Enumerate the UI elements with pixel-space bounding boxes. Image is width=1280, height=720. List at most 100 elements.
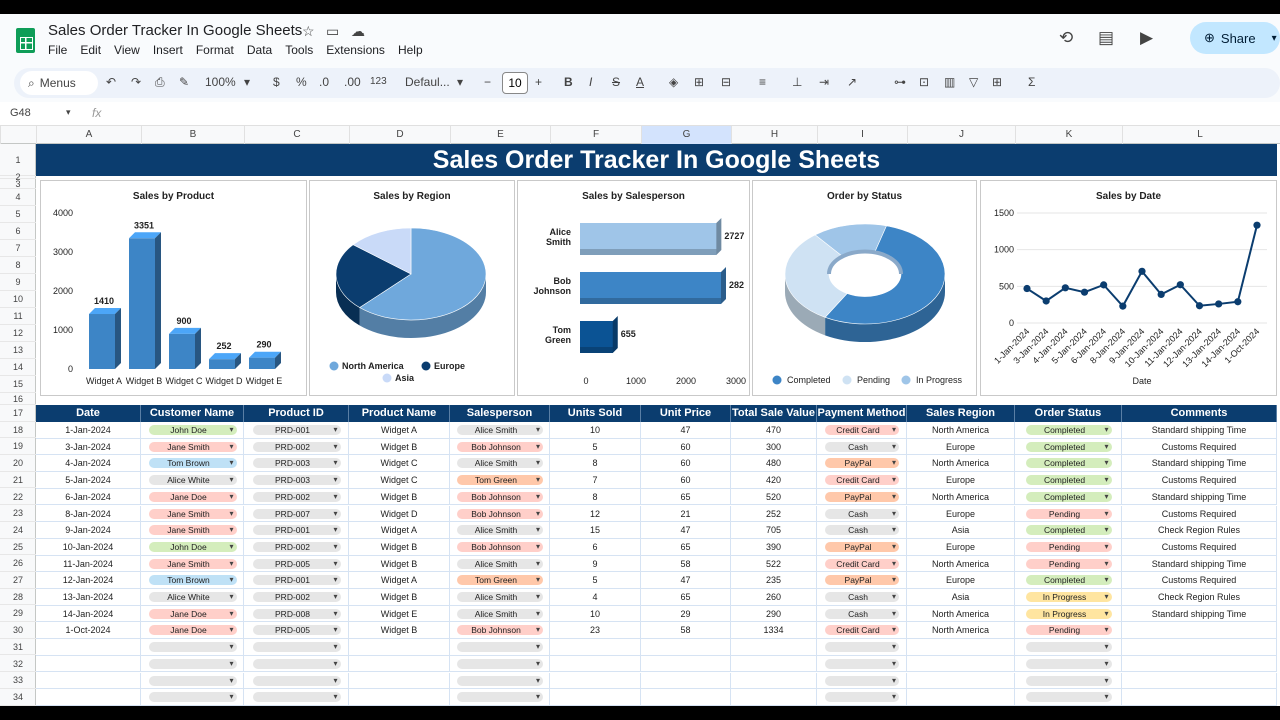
table-cell[interactable]: 252 (731, 505, 817, 523)
table-cell[interactable] (1015, 672, 1122, 690)
table-cell[interactable] (349, 689, 450, 706)
table-cell[interactable]: 9-Jan-2024 (36, 522, 141, 539)
table-cell[interactable]: Bob Johnson (450, 505, 550, 523)
table-cell[interactable]: 420 (731, 472, 817, 489)
table-cell[interactable]: Customs Required (1122, 505, 1277, 523)
table-cell[interactable]: Credit Card (817, 555, 907, 573)
table-cell[interactable]: 60 (641, 472, 731, 489)
table-cell[interactable] (36, 639, 141, 656)
table-cell[interactable] (641, 639, 731, 656)
italic-icon[interactable]: I (589, 75, 592, 89)
table-cell[interactable]: 15 (550, 522, 641, 539)
table-cell[interactable]: 1-Oct-2024 (36, 622, 141, 640)
table-cell[interactable]: Completed (1015, 522, 1122, 539)
table-cell[interactable] (349, 672, 450, 690)
dropdown-chip[interactable]: Jane Smith (148, 508, 237, 519)
table-cell[interactable] (244, 672, 349, 690)
dropdown-chip[interactable]: Cash (825, 508, 899, 519)
dropdown-chip[interactable]: PRD-001 (252, 425, 341, 435)
table-cell[interactable]: PRD-002 (244, 488, 349, 506)
column-header-e[interactable]: E (450, 126, 550, 144)
table-cell[interactable] (731, 655, 817, 673)
row-header[interactable]: 10 (0, 291, 36, 308)
table-cell[interactable]: Standard shipping Time (1122, 488, 1277, 506)
table-cell[interactable] (550, 689, 641, 706)
row-header[interactable]: 20 (0, 455, 36, 472)
table-cell[interactable] (349, 639, 450, 656)
table-cell[interactable]: In Progress (1015, 605, 1122, 623)
column-header-c[interactable]: C (244, 126, 349, 144)
table-cell[interactable]: Bob Johnson (450, 488, 550, 506)
print-icon[interactable]: ⎙ (155, 75, 165, 90)
document-title[interactable]: Sales Order Tracker In Google Sheets (48, 22, 302, 39)
table-cell[interactable]: Jane Doe (141, 488, 244, 506)
font-size-input[interactable]: 10 (502, 72, 528, 94)
table-cell[interactable]: Widget A (349, 522, 450, 539)
row-header[interactable]: 32 (0, 656, 36, 673)
dropdown-chip[interactable]: Bob Johnson (457, 541, 543, 552)
align-icon[interactable]: ≡ (759, 75, 766, 89)
table-cell[interactable]: Jane Smith (141, 438, 244, 456)
row-header[interactable]: 24 (0, 522, 36, 539)
table-cell[interactable]: John Doe (141, 538, 244, 556)
table-cell[interactable] (1015, 689, 1122, 706)
table-cell[interactable]: 480 (731, 455, 817, 473)
table-cell[interactable]: Cash (817, 522, 907, 539)
row-header[interactable]: 15 (0, 376, 36, 393)
menu-item-tools[interactable]: Tools (285, 43, 313, 57)
table-cell[interactable]: Completed (1015, 455, 1122, 473)
strikethrough-icon[interactable]: S (612, 75, 620, 89)
table-cell[interactable] (817, 639, 907, 656)
column-header-b[interactable]: B (141, 126, 244, 144)
dropdown-chip[interactable]: PRD-007 (252, 508, 341, 519)
dropdown-chip[interactable] (1025, 642, 1112, 653)
dropdown-chip[interactable] (148, 692, 237, 703)
filter-icon[interactable]: ▽ (969, 75, 978, 89)
dropdown-chip[interactable]: PRD-005 (252, 558, 341, 569)
table-cell[interactable]: 520 (731, 488, 817, 506)
dropdown-chip[interactable]: PRD-002 (252, 592, 341, 602)
table-cell[interactable]: Tom Brown (141, 455, 244, 473)
dropdown-chip[interactable] (148, 642, 237, 653)
table-cell[interactable] (450, 655, 550, 673)
table-cell[interactable]: 5-Jan-2024 (36, 472, 141, 489)
dropdown-chip[interactable]: Bob Johnson (457, 491, 543, 502)
table-cell[interactable] (141, 639, 244, 656)
dropdown-chip[interactable] (1025, 658, 1112, 669)
redo-icon[interactable]: ↷ (131, 75, 141, 89)
dropdown-chip[interactable]: Alice White (148, 592, 237, 602)
table-cell[interactable]: 3-Jan-2024 (36, 438, 141, 456)
dropdown-chip[interactable] (252, 692, 341, 703)
dropdown-chip[interactable] (1025, 692, 1112, 703)
chart-sales-by-product[interactable]: Sales by Product 0 1000 2000 3000 4000 1410 Wi… (40, 180, 307, 396)
table-cell[interactable] (817, 655, 907, 673)
table-cell[interactable]: 235 (731, 572, 817, 589)
table-cell[interactable] (1122, 622, 1277, 640)
table-cell[interactable]: 5 (550, 438, 641, 456)
table-cell[interactable] (907, 672, 1015, 690)
dropdown-chip[interactable]: PRD-002 (252, 441, 341, 452)
table-cell[interactable]: 470 (731, 422, 817, 439)
dropdown-chip[interactable] (148, 675, 237, 686)
table-cell[interactable] (1122, 639, 1277, 656)
move-folder-icon[interactable]: ▭ (326, 23, 339, 40)
table-cell[interactable] (731, 689, 817, 706)
name-box-chevron-icon[interactable]: ▾ (66, 107, 71, 118)
chart-order-by-status[interactable]: Order by Status Completed Pending In Progr… (752, 180, 977, 396)
dropdown-chip[interactable] (252, 675, 341, 686)
table-cell[interactable] (349, 655, 450, 673)
table-cell[interactable]: 47 (641, 422, 731, 439)
table-cell[interactable]: 10 (550, 422, 641, 439)
menu-item-insert[interactable]: Insert (153, 43, 183, 57)
meet-icon[interactable]: ▶ (1140, 28, 1153, 48)
table-cell[interactable]: Alice Smith (450, 422, 550, 439)
share-chevron-icon[interactable]: ▾ (1272, 33, 1277, 44)
table-cell[interactable]: PRD-002 (244, 589, 349, 606)
dropdown-chip[interactable] (825, 642, 899, 653)
table-cell[interactable]: 9 (550, 555, 641, 573)
table-cell[interactable]: Standard shipping Time (1122, 422, 1277, 439)
column-header-l[interactable]: L (1122, 126, 1277, 144)
table-cell[interactable]: 1334 (731, 622, 817, 640)
table-cell[interactable]: 260 (731, 589, 817, 606)
table-cell[interactable]: Customs Required (1122, 472, 1277, 489)
